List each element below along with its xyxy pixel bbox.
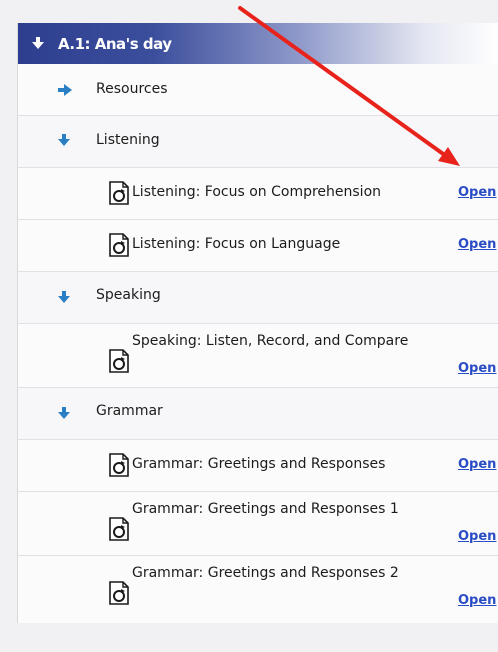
activity-document-icon [109,581,129,605]
arrow-right-icon[interactable] [58,84,72,96]
unit-header[interactable]: A.1: Ana's day [18,23,498,64]
activity-label[interactable]: Listening: Focus on Comprehension [132,184,381,200]
arrow-down-icon[interactable] [58,134,70,147]
activity-document-icon [109,453,129,477]
section-row-speaking[interactable]: Speaking [18,272,498,324]
activity-document-icon [109,233,129,257]
activity-label[interactable]: Listening: Focus on Language [132,236,340,252]
activity-row: Listening: Focus on Comprehension Open [18,168,498,220]
arrow-down-icon[interactable] [32,37,44,50]
open-link[interactable]: Open [458,237,496,252]
activity-row: Grammar: Greetings and Responses Open [18,440,498,492]
activity-document-icon [109,517,129,541]
arrow-down-icon[interactable] [58,291,70,304]
activity-document-icon [109,181,129,205]
activity-document-icon [109,349,129,373]
activity-label[interactable]: Speaking: Listen, Record, and Compare [132,333,408,349]
section-label: Listening [96,132,160,148]
section-row-listening[interactable]: Listening [18,116,498,168]
activity-label[interactable]: Grammar: Greetings and Responses [132,456,385,472]
open-link[interactable]: Open [458,185,496,200]
activity-label[interactable]: Grammar: Greetings and Responses 1 [132,501,399,517]
section-label: Speaking [96,287,161,303]
activity-label[interactable]: Grammar: Greetings and Responses 2 [132,565,399,581]
section-label: Resources [96,81,168,97]
course-outline-panel: A.1: Ana's day Resources Listening Liste… [17,23,498,623]
arrow-down-icon[interactable] [58,407,70,420]
unit-title: A.1: Ana's day [58,34,172,53]
section-row-grammar[interactable]: Grammar [18,388,498,440]
activity-row: Grammar: Greetings and Responses 1 Open [18,492,498,556]
open-link[interactable]: Open [458,529,496,544]
open-link[interactable]: Open [458,361,496,376]
activity-row: Listening: Focus on Language Open [18,220,498,272]
activity-row: Grammar: Greetings and Responses 2 Open [18,556,498,623]
section-row-resources[interactable]: Resources [18,65,498,116]
open-link[interactable]: Open [458,457,496,472]
section-label: Grammar [96,403,163,419]
open-link[interactable]: Open [458,593,496,608]
activity-row: Speaking: Listen, Record, and Compare Op… [18,324,498,388]
